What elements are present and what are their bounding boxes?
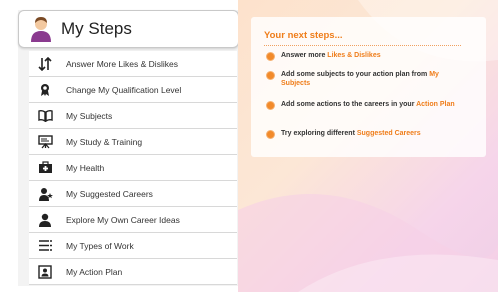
next-step-text: Answer more — [281, 52, 328, 59]
menu-item-label: Answer More Likes & Dislikes — [66, 58, 178, 69]
menu-item-label: My Types of Work — [66, 240, 134, 251]
steps-menu: Answer More Likes & Dislikes Change My Q… — [29, 51, 237, 285]
next-step-text: Try exploring different — [281, 130, 357, 137]
menu-item-label: My Suggested Careers — [66, 188, 153, 199]
menu-item-label: My Action Plan — [66, 266, 123, 277]
next-step-item: Answer more Likes & Dislikes — [266, 51, 466, 61]
list-icon — [36, 237, 54, 255]
award-ribbon-icon — [36, 81, 54, 99]
menu-item-label: My Subjects — [66, 110, 113, 121]
my-steps-panel: My Steps Answer More Likes & Dislikes Ch… — [18, 10, 239, 286]
action-plan-link[interactable]: Action Plan — [416, 101, 455, 108]
next-steps-panel: Your next steps... Answer more Likes & D… — [238, 0, 498, 292]
next-step-item: Add some actions to the careers in your … — [266, 100, 466, 110]
bullet-icon — [266, 130, 275, 139]
menu-item-label: My Study & Training — [66, 136, 143, 147]
sort-arrows-icon — [36, 55, 54, 73]
menu-item-action-plan[interactable]: My Action Plan — [29, 259, 237, 285]
menu-item-types-of-work[interactable]: My Types of Work — [29, 233, 237, 259]
menu-item-label: Explore My Own Career Ideas — [66, 214, 180, 225]
bullet-icon — [266, 71, 275, 80]
next-step-item: Add some subjects to your action plan fr… — [266, 70, 466, 88]
divider — [264, 45, 461, 47]
next-steps-box: Your next steps... Answer more Likes & D… — [251, 17, 486, 157]
menu-item-qualification-level[interactable]: Change My Qualification Level — [29, 77, 237, 103]
next-steps-title: Your next steps... — [264, 30, 343, 41]
portrait-frame-icon — [36, 263, 54, 281]
user-avatar-icon — [31, 17, 51, 42]
next-step-text: Add some subjects to your action plan fr… — [281, 71, 430, 78]
person-star-icon — [36, 185, 54, 203]
person-icon — [36, 211, 54, 229]
suggested-careers-link[interactable]: Suggested Careers — [357, 130, 421, 137]
menu-item-explore-career-ideas[interactable]: Explore My Own Career Ideas — [29, 207, 237, 233]
likes-dislikes-link[interactable]: Likes & Dislikes — [327, 52, 380, 59]
open-book-icon — [36, 107, 54, 125]
bullet-icon — [266, 52, 275, 61]
menu-item-my-subjects[interactable]: My Subjects — [29, 103, 237, 129]
page-title: My Steps — [61, 19, 132, 38]
menu-item-label: Change My Qualification Level — [66, 84, 182, 95]
presentation-board-icon — [36, 133, 54, 151]
menu-item-likes-dislikes[interactable]: Answer More Likes & Dislikes — [29, 51, 237, 77]
menu-item-my-health[interactable]: My Health — [29, 155, 237, 181]
menu-item-label: My Health — [66, 162, 105, 173]
menu-item-suggested-careers[interactable]: My Suggested Careers — [29, 181, 237, 207]
first-aid-kit-icon — [36, 159, 54, 177]
next-step-text: Add some actions to the careers in your — [281, 101, 417, 108]
bullet-icon — [266, 101, 275, 110]
menu-item-study-training[interactable]: My Study & Training — [29, 129, 237, 155]
my-steps-header: My Steps — [18, 10, 239, 48]
next-step-item: Try exploring different Suggested Career… — [266, 129, 466, 139]
